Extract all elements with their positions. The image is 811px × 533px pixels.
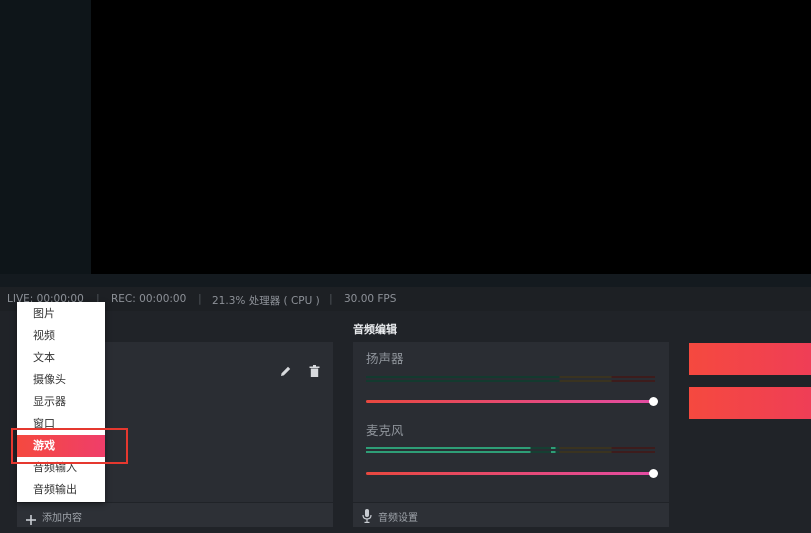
pencil-icon[interactable] xyxy=(280,362,292,381)
speaker-volume-knob[interactable] xyxy=(648,397,658,406)
menu-item-audio-output[interactable]: 音频输出 xyxy=(17,479,105,501)
highlight-annotation-box xyxy=(11,428,128,464)
primary-action-button[interactable] xyxy=(689,343,811,375)
add-source-menu: 图片 视频 文本 摄像头 显示器 窗口 游戏 音频输入 音频输出 xyxy=(17,302,105,502)
menu-item-image[interactable]: 图片 xyxy=(17,303,105,325)
speaker-channel-label: 扬声器 xyxy=(366,351,404,366)
status-bar: LIVE: 00:00:00 | REC: 00:00:00 | 21.3% 处… xyxy=(0,287,811,311)
speaker-volume-slider[interactable] xyxy=(366,400,655,403)
menu-item-camera[interactable]: 摄像头 xyxy=(17,369,105,391)
audio-panel-title: 音频编辑 xyxy=(353,323,397,336)
audio-settings-label[interactable]: 音频设置 xyxy=(378,509,418,524)
mic-volume-knob[interactable] xyxy=(648,469,658,478)
status-separator: | xyxy=(329,292,333,305)
mic-volume-slider[interactable] xyxy=(366,472,655,475)
left-sidebar-strip xyxy=(0,0,91,274)
preview-canvas[interactable] xyxy=(91,0,811,274)
mic-channel-label: 麦克风 xyxy=(366,423,404,438)
fps-readout: 30.00 FPS xyxy=(344,293,397,305)
speaker-level-meter xyxy=(366,380,655,382)
mic-level-meter xyxy=(366,451,655,453)
microphone-icon[interactable] xyxy=(362,508,372,527)
rec-timer: REC: 00:00:00 xyxy=(111,293,187,305)
add-content-label[interactable]: 添加内容 xyxy=(42,509,82,524)
status-separator: | xyxy=(198,292,202,305)
mic-level-meter xyxy=(366,447,655,449)
speaker-level-meter xyxy=(366,376,655,378)
trash-icon[interactable] xyxy=(309,362,320,381)
audio-footer[interactable]: 音频设置 xyxy=(353,503,669,527)
preview-bottom-bar xyxy=(0,274,811,287)
menu-item-display[interactable]: 显示器 xyxy=(17,391,105,413)
secondary-action-button[interactable] xyxy=(689,387,811,419)
plus-icon[interactable] xyxy=(26,510,36,529)
sources-footer[interactable]: 添加内容 xyxy=(17,503,333,527)
cpu-usage: 21.3% 处理器 ( CPU ) xyxy=(212,295,320,307)
menu-item-text[interactable]: 文本 xyxy=(17,347,105,369)
menu-item-video[interactable]: 视频 xyxy=(17,325,105,347)
